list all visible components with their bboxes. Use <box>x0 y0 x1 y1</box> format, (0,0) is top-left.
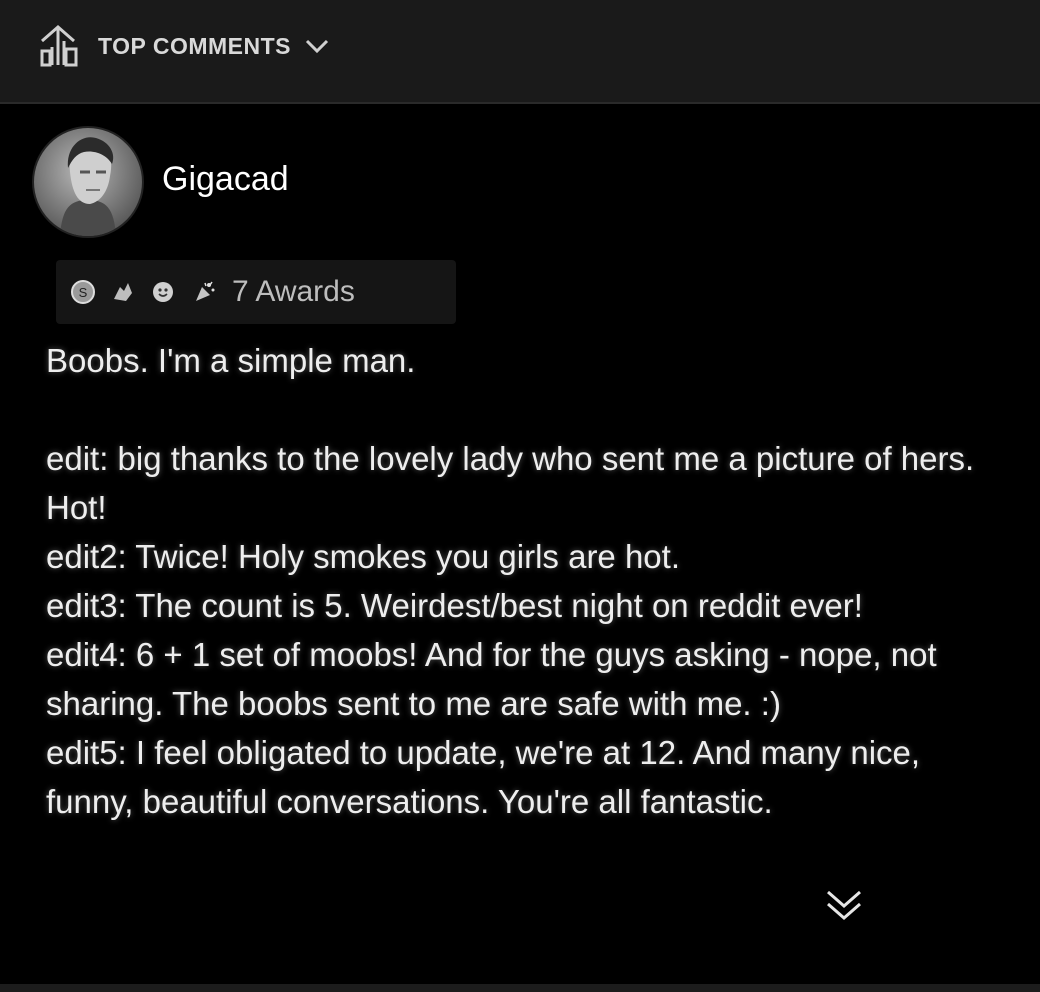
comment-card: Gigacad S 7 Awards Boobs. I'm a simple m… <box>0 104 1040 984</box>
reddit-comments-screen: TOP COMMENTS Gigacad S 7 Awards Boobs. I… <box>0 0 1040 992</box>
svg-text:S: S <box>79 285 88 300</box>
comment-username[interactable]: Gigacad <box>162 160 289 199</box>
wholesome-award-icon <box>150 279 176 305</box>
avatar[interactable] <box>32 126 144 238</box>
comment-paragraph: edit4: 6 + 1 set of moobs! And for the g… <box>46 636 937 722</box>
avatar-icon <box>60 137 116 236</box>
comment-paragraph: edit5: I feel obligated to update, we're… <box>46 734 921 820</box>
sort-comments-button[interactable]: TOP COMMENTS <box>30 18 345 74</box>
double-chevron-down-icon <box>827 890 861 920</box>
awards-count: 7 Awards <box>232 275 355 308</box>
comment-paragraph: edit2: Twice! Holy smokes you girls are … <box>46 538 680 575</box>
comment-paragraph: Boobs. I'm a simple man. <box>46 342 416 379</box>
hands-award-icon <box>110 279 136 305</box>
collapse-thread-button[interactable] <box>822 886 866 926</box>
comments-sort-bar: TOP COMMENTS <box>0 0 1040 104</box>
sort-arrows-icon <box>36 21 86 71</box>
bottom-divider <box>0 984 1040 992</box>
silver-award-icon: S <box>70 279 96 305</box>
party-award-icon <box>190 279 216 305</box>
sort-label: TOP COMMENTS <box>98 32 291 59</box>
comment-paragraph: edit: big thanks to the lovely lady who … <box>46 440 975 526</box>
awards-bar[interactable]: S 7 Awards <box>56 260 456 324</box>
comment-paragraph: edit3: The count is 5. Weirdest/best nig… <box>46 587 863 624</box>
chevron-down-icon <box>303 36 331 56</box>
comment-body: Boobs. I'm a simple man. edit: big thank… <box>46 336 1006 826</box>
